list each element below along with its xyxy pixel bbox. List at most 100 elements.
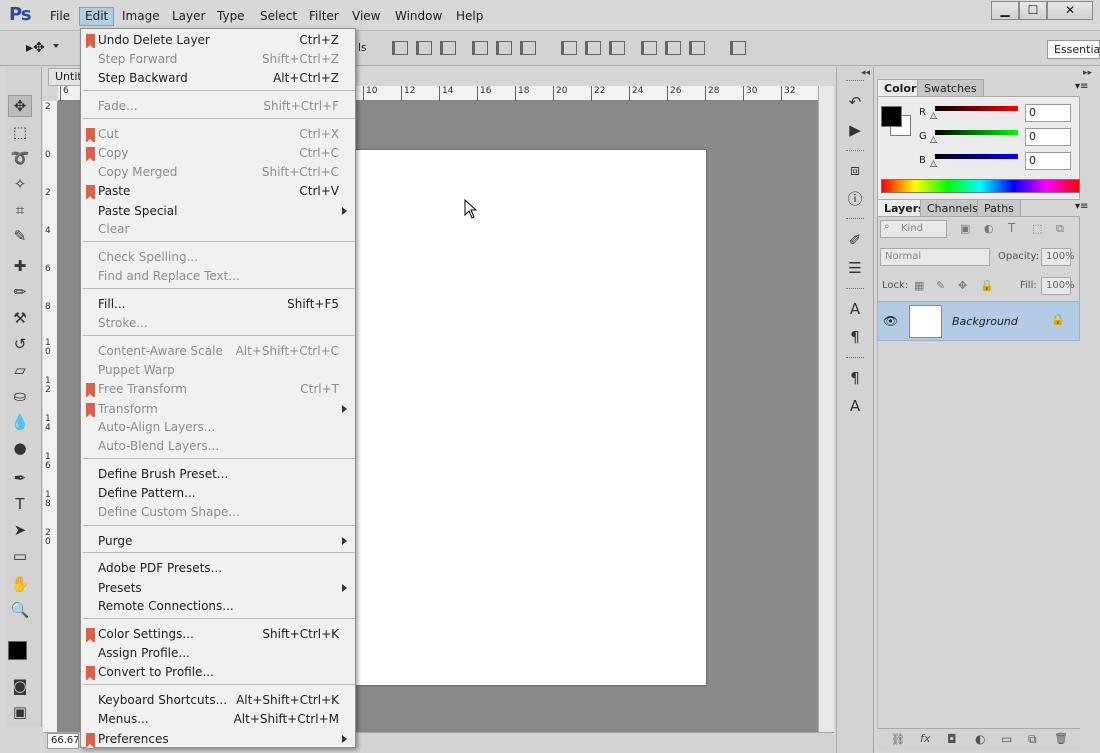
eye-visibility-icon[interactable]: 👁 (883, 314, 898, 328)
adjustment-icon[interactable]: ◐ (975, 732, 985, 746)
color-spectrum-bar[interactable] (881, 179, 1080, 193)
menu-edit[interactable]: Edit (79, 7, 115, 26)
close-button[interactable]: ✕ (1047, 1, 1093, 20)
menu-item-undo-delete-layer[interactable]: Undo Delete Layer Ctrl+Z (81, 31, 355, 50)
shape-filter-icon[interactable]: ⬚ (1032, 222, 1042, 235)
magic-wand-tool-icon[interactable]: ✧ (10, 174, 30, 194)
zoom-level-field[interactable]: 66.67% (47, 733, 79, 749)
menu-item-define-custom-shape[interactable]: Define Custom Shape... (81, 503, 355, 522)
distribute-vcenter-icon[interactable] (585, 41, 601, 55)
menu-layer[interactable]: Layer (167, 7, 210, 26)
trash-icon[interactable]: 🗑 (1054, 732, 1068, 745)
distribute-top-icon[interactable] (561, 41, 577, 55)
menu-item-assign-profile[interactable]: Assign Profile... (81, 644, 355, 663)
distribute-hcenter-icon[interactable] (665, 41, 681, 55)
type-filter-icon[interactable]: T (1008, 221, 1015, 235)
slider-handle-icon[interactable]: △ (930, 135, 937, 145)
kind-filter-select[interactable]: Kind (880, 220, 947, 238)
hand-tool-icon[interactable]: ✋ (10, 574, 30, 594)
menu-item-transform[interactable]: Transform (81, 400, 355, 419)
fx-icon[interactable]: fx (920, 732, 930, 745)
chevron-down-icon[interactable] (53, 44, 59, 48)
info-panel-icon[interactable]: ⓘ (845, 188, 865, 208)
blue-slider[interactable] (935, 154, 1018, 159)
menu-item-define-pattern[interactable]: Define Pattern... (81, 484, 355, 503)
paragraph-panel-icon[interactable]: ¶ (845, 327, 865, 347)
collapse-dock-icon[interactable]: ◂◂ (861, 68, 870, 78)
menu-item-purge[interactable]: Purge (81, 532, 355, 551)
blend-mode-select[interactable]: Normal (880, 248, 990, 266)
foreground-color-swatch[interactable] (8, 641, 27, 660)
menu-item-content-aware-scale[interactable]: Content-Aware Scale Alt+Shift+Ctrl+C (81, 342, 355, 361)
history-brush-tool-icon[interactable]: ↺ (10, 334, 30, 354)
align-left-icon[interactable] (472, 41, 488, 55)
eraser-tool-icon[interactable]: ▱ (10, 360, 30, 380)
lock-position-icon[interactable]: ✥ (958, 279, 967, 292)
menu-item-check-spelling[interactable]: Check Spelling... (81, 248, 355, 267)
healing-brush-tool-icon[interactable]: ✚ (10, 256, 30, 276)
menu-item-auto-align-layers[interactable]: Auto-Align Layers... (81, 418, 355, 437)
folder-icon[interactable]: ▭ (1001, 732, 1012, 746)
minimize-button[interactable]: ▁ (991, 1, 1019, 20)
lock-pixels-icon[interactable]: ✎ (936, 279, 945, 292)
dock-grip[interactable] (846, 357, 864, 360)
dock-grip[interactable] (846, 80, 864, 83)
menu-item-define-brush-preset[interactable]: Define Brush Preset... (81, 465, 355, 484)
menu-filter[interactable]: Filter (304, 7, 344, 26)
path-selection-tool-icon[interactable]: ➤ (10, 520, 30, 540)
menu-item-adobe-pdf-presets[interactable]: Adobe PDF Presets... (81, 559, 355, 578)
red-slider[interactable] (935, 106, 1018, 111)
quick-mask-icon[interactable]: ◙ (10, 676, 30, 696)
clone-stamp-tool-icon[interactable]: ⚒ (10, 308, 30, 328)
lock-all-icon[interactable]: 🔒 (980, 279, 994, 292)
menu-item-convert-to-profile[interactable]: Convert to Profile... (81, 663, 355, 682)
zoom-tool-icon[interactable]: 🔍 (10, 600, 30, 620)
menu-item-presets[interactable]: Presets (81, 579, 355, 598)
menu-item-find-and-replace-text[interactable]: Find and Replace Text... (81, 267, 355, 286)
menu-item-step-forward[interactable]: Step Forward Shift+Ctrl+Z (81, 50, 355, 69)
menu-view[interactable]: View (347, 7, 385, 26)
paint-bucket-tool-icon[interactable]: ⛀ (10, 386, 30, 406)
panel-menu-icon[interactable]: ▾≡ (1075, 201, 1088, 212)
green-slider[interactable] (935, 130, 1018, 135)
panel-menu-icon[interactable]: ▾≡ (1075, 81, 1088, 92)
menu-item-auto-blend-layers[interactable]: Auto-Blend Layers... (81, 437, 355, 456)
menu-file[interactable]: File (45, 7, 75, 26)
distribute-bottom-icon[interactable] (609, 41, 625, 55)
character-styles-panel-icon[interactable]: A (845, 396, 865, 416)
align-top-icon[interactable] (392, 41, 408, 55)
lasso-tool-icon[interactable]: ➰ (10, 148, 30, 168)
dock-grip[interactable] (846, 218, 864, 221)
align-vcenter-icon[interactable] (416, 41, 432, 55)
brush-tool-icon[interactable]: ✏ (10, 282, 30, 302)
dock-grip[interactable] (846, 288, 864, 291)
screen-mode-icon[interactable]: ▣ (10, 702, 30, 722)
dock-grip[interactable] (846, 150, 864, 153)
opacity-input[interactable]: 100% (1041, 248, 1075, 266)
menu-item-fade[interactable]: Fade... Shift+Ctrl+F (81, 97, 355, 116)
character-panel-icon[interactable]: A (845, 299, 865, 319)
align-hcenter-icon[interactable] (496, 41, 512, 55)
move-tool-preset-icon[interactable]: ▸✥ (26, 40, 45, 56)
menu-item-copy-merged[interactable]: Copy Merged Shift+Ctrl+C (81, 163, 355, 182)
paragraph-styles-panel-icon[interactable]: ¶ (845, 368, 865, 388)
align-bottom-icon[interactable] (440, 41, 456, 55)
slider-handle-icon[interactable]: △ (930, 111, 937, 121)
mask-icon[interactable]: ◘ (947, 732, 957, 746)
menu-item-clear[interactable]: Clear (81, 220, 355, 239)
distribute-left-icon[interactable] (641, 41, 657, 55)
menu-item-copy[interactable]: Copy Ctrl+C (81, 144, 355, 163)
marquee-tool-icon[interactable]: ⬚ (10, 122, 30, 142)
menu-help[interactable]: Help (451, 7, 488, 26)
history-panel-icon[interactable]: ↶ (845, 92, 865, 112)
menu-type[interactable]: Type (212, 7, 250, 26)
move-tool-icon[interactable]: ✥ (8, 95, 32, 117)
align-right-icon[interactable] (520, 41, 536, 55)
eyedropper-tool-icon[interactable]: ✎ (10, 226, 30, 246)
menu-image[interactable]: Image (117, 7, 165, 26)
menu-item-step-backward[interactable]: Step Backward Alt+Ctrl+Z (81, 69, 355, 88)
pen-tool-icon[interactable]: ✒ (10, 468, 30, 488)
menu-item-puppet-warp[interactable]: Puppet Warp (81, 361, 355, 380)
menu-item-color-settings[interactable]: Color Settings... Shift+Ctrl+K (81, 625, 355, 644)
dodge-tool-icon[interactable]: ● (10, 438, 30, 458)
